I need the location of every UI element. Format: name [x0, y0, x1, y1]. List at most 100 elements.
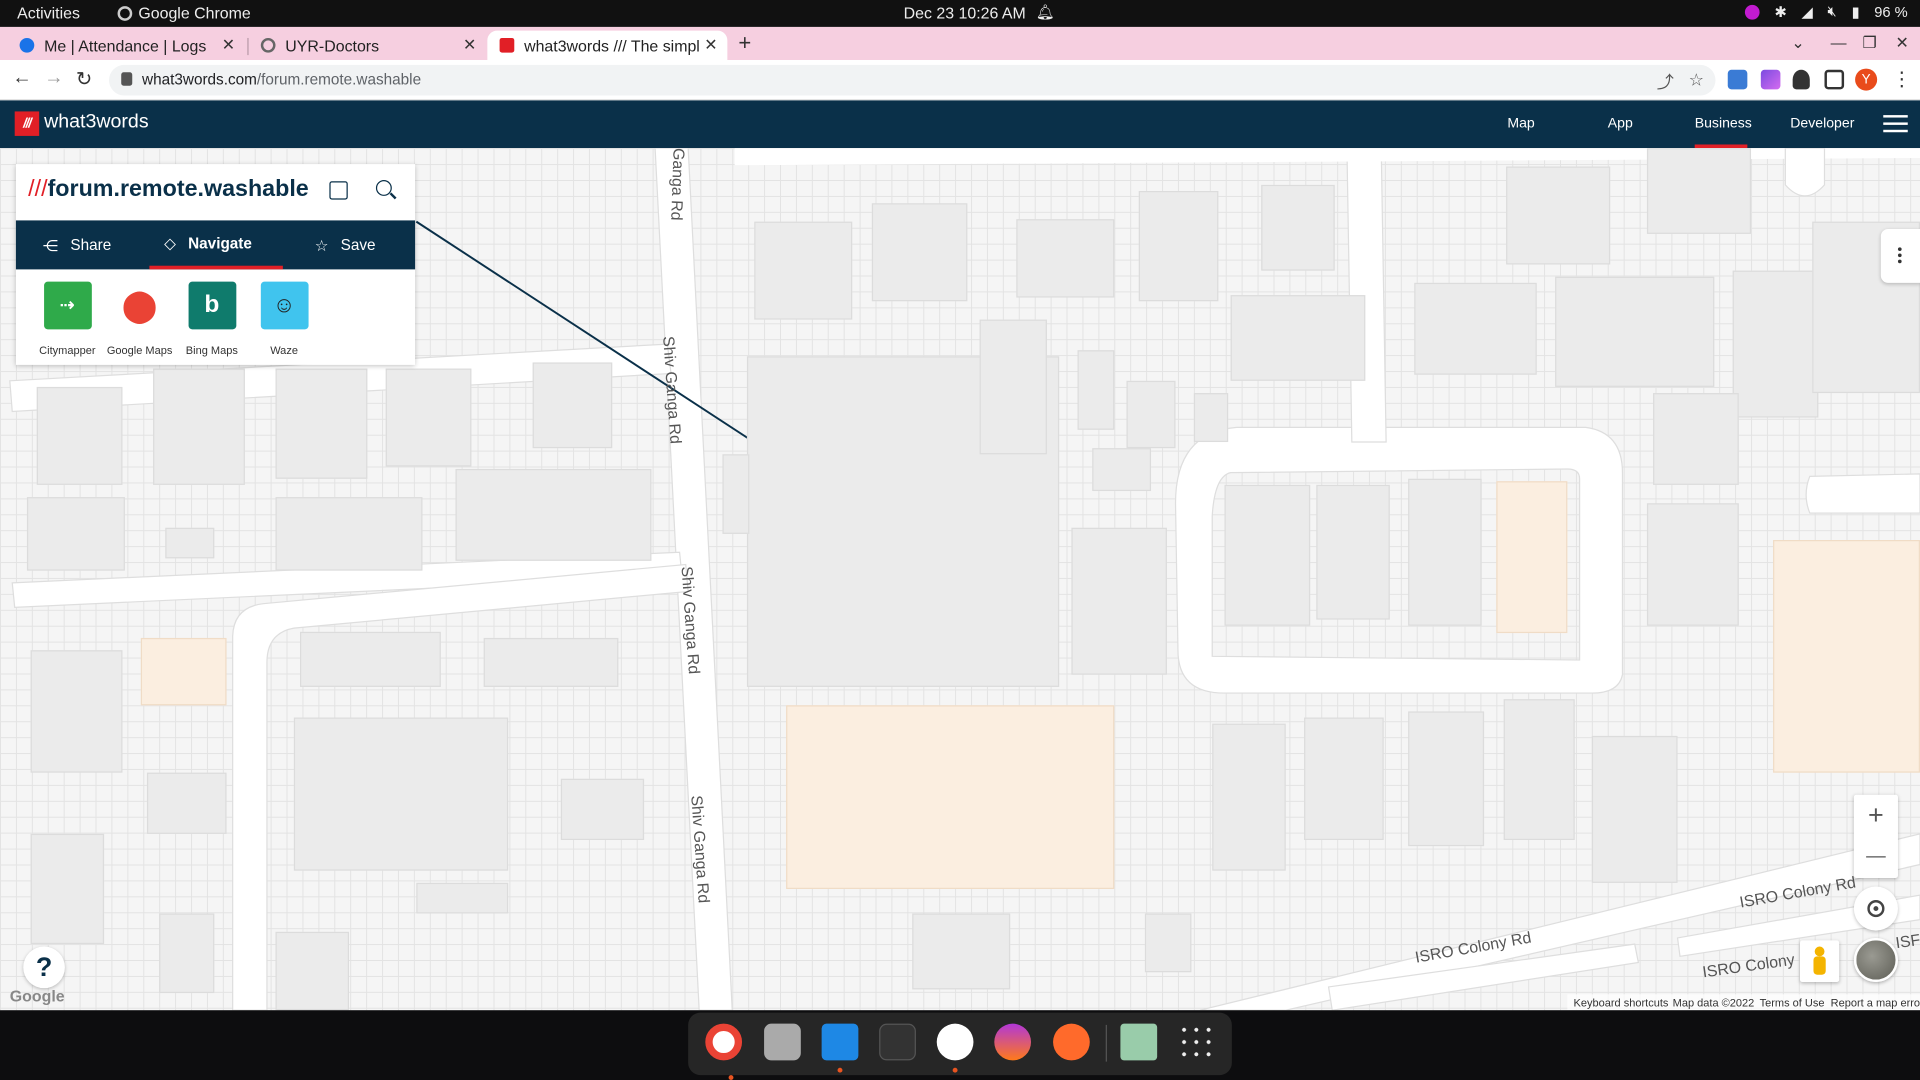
building: [1555, 276, 1715, 387]
hamburger-menu-icon[interactable]: [1883, 115, 1908, 137]
building: [1408, 711, 1485, 847]
chrome-dock-icon[interactable]: [705, 1023, 743, 1080]
close-tab-icon[interactable]: ✕: [704, 36, 717, 56]
w3w-address[interactable]: ///forum.remote.washable: [28, 176, 309, 203]
extensions-puzzle-icon[interactable]: [1792, 69, 1810, 90]
what3words-logo-icon[interactable]: ///: [14, 111, 40, 136]
nav-app-bing-maps[interactable]: b Bing Maps: [175, 281, 248, 356]
map-options-kebab-icon[interactable]: [1880, 228, 1920, 283]
keyboard-shortcuts-link[interactable]: Keyboard shortcuts: [1573, 997, 1668, 1009]
browser-toolbar: ← → ↻ what3words.com/forum.remote.washab…: [0, 60, 1920, 101]
tab-what3words[interactable]: what3words /// The simpl ✕: [487, 30, 728, 61]
building: [275, 931, 349, 1011]
tab-search-chevron-icon[interactable]: ⌄: [1791, 33, 1804, 53]
system-tray[interactable]: ✱ ◢ 🔇︎ ▮ 96 %: [1745, 2, 1908, 20]
files-dock-icon[interactable]: [764, 1023, 801, 1061]
building: [1077, 350, 1115, 430]
postman-dock-icon[interactable]: [1053, 1023, 1090, 1061]
nav-app-citymapper[interactable]: ⇢ Citymapper: [31, 281, 104, 356]
slack-tray-icon: ✱: [1774, 3, 1787, 21]
address-bar[interactable]: what3words.com/forum.remote.washable ⤴ ☆: [108, 64, 1716, 96]
building: [1261, 184, 1335, 271]
search-icon[interactable]: [375, 180, 392, 196]
close-tab-icon[interactable]: ✕: [222, 36, 235, 56]
tab-attendance[interactable]: Me | Attendance | Logs ✕: [0, 31, 245, 60]
share-button[interactable]: ⋲ Share: [43, 220, 165, 269]
chrome-menu-icon[interactable]: ⋮: [1892, 67, 1912, 91]
zoom-out-button[interactable]: —: [1854, 836, 1898, 878]
google-logo: Google: [9, 986, 65, 1006]
nav-developer[interactable]: Developer: [1790, 116, 1854, 131]
my-location-button[interactable]: [1853, 886, 1898, 931]
building: [1092, 448, 1152, 492]
forward-button[interactable]: →: [44, 67, 64, 89]
site-brand[interactable]: what3words: [44, 111, 149, 133]
building: [1506, 166, 1611, 265]
copy-icon[interactable]: [329, 181, 348, 200]
road-label: ISF: [1894, 930, 1920, 952]
dock: [688, 1012, 1232, 1080]
show-apps-grid-icon[interactable]: [1177, 1023, 1215, 1061]
help-button[interactable]: ?: [23, 946, 65, 989]
minimize-window-button[interactable]: —: [1831, 33, 1847, 51]
satellite-toggle-button[interactable]: [1853, 937, 1898, 983]
building-commercial: [1496, 481, 1568, 634]
clock[interactable]: Dec 23 10:26 AM: [904, 4, 1026, 22]
street-view-pegman-icon[interactable]: [1800, 940, 1840, 983]
side-panel-icon[interactable]: [1824, 69, 1845, 90]
zoom-in-button[interactable]: +: [1854, 795, 1898, 837]
save-button[interactable]: ☆ Save: [315, 220, 413, 269]
url-host: what3words.com: [142, 71, 257, 89]
url-text[interactable]: what3words.com/forum.remote.washable: [142, 71, 421, 88]
share-label: Share: [70, 236, 112, 254]
new-tab-button[interactable]: +: [738, 31, 751, 57]
reload-button[interactable]: ↻: [76, 67, 92, 91]
building: [455, 468, 652, 561]
building: [979, 319, 1047, 455]
building: [1646, 148, 1752, 234]
building: [1224, 484, 1311, 626]
nav-app-google-maps[interactable]: ⬤ Google Maps: [103, 281, 176, 356]
building: [1503, 699, 1575, 841]
bookmark-star-icon[interactable]: ☆: [1689, 70, 1704, 91]
desktop-dock-area: [0, 1010, 1920, 1080]
close-tab-icon[interactable]: ✕: [463, 36, 476, 56]
tab-uyr-doctors[interactable]: UYR-Doctors ✕: [241, 31, 486, 60]
building: [754, 221, 853, 320]
vscode-dock-icon[interactable]: [821, 1023, 859, 1073]
extension-pen-icon[interactable]: [1760, 69, 1781, 90]
dock-separator: [1105, 1024, 1107, 1062]
w3w-words: forum.remote.washable: [47, 176, 309, 203]
extension-translate-icon[interactable]: [1727, 69, 1748, 90]
navigate-button[interactable]: ◇ Navigate: [149, 220, 283, 270]
building-commercial: [786, 705, 1115, 889]
trash-dock-icon[interactable]: [1120, 1023, 1158, 1061]
terms-of-use-link[interactable]: Terms of Use: [1760, 997, 1825, 1009]
restore-window-button[interactable]: ❐: [1862, 33, 1876, 53]
terminal-dock-icon[interactable]: [879, 1023, 916, 1061]
building: [871, 203, 968, 302]
share-page-icon[interactable]: ⤴: [1657, 70, 1674, 94]
firefox-dock-icon[interactable]: [994, 1023, 1032, 1061]
battery-percent: 96 %: [1874, 3, 1908, 21]
globe-favicon-icon: [260, 37, 276, 53]
bing-icon: b: [187, 281, 236, 330]
app-menu[interactable]: Google Chrome: [117, 4, 251, 22]
navigate-icon: ◇: [164, 235, 176, 253]
nav-app-waze[interactable]: ☺ Waze: [247, 281, 320, 356]
building: [1316, 484, 1390, 620]
report-map-error-link[interactable]: Report a map error: [1831, 997, 1920, 1009]
nav-app[interactable]: App: [1608, 116, 1633, 131]
system-top-bar: Activities Google Chrome Dec 23 10:26 AM…: [0, 0, 1920, 27]
slack-dock-icon[interactable]: [936, 1023, 974, 1073]
notification-bell-icon[interactable]: 🔔︎: [1036, 4, 1055, 21]
nav-map[interactable]: Map: [1507, 116, 1534, 131]
building: [912, 913, 1011, 990]
close-window-button[interactable]: ✕: [1896, 33, 1909, 53]
back-button[interactable]: ←: [12, 67, 32, 89]
navigation-apps: ⇢ Citymapper ⬤ Google Maps b Bing Maps ☺…: [16, 281, 415, 358]
nav-business[interactable]: Business: [1695, 116, 1752, 131]
building: [1646, 503, 1739, 626]
activities-button[interactable]: Activities: [17, 4, 80, 22]
profile-avatar[interactable]: Y: [1855, 68, 1878, 91]
